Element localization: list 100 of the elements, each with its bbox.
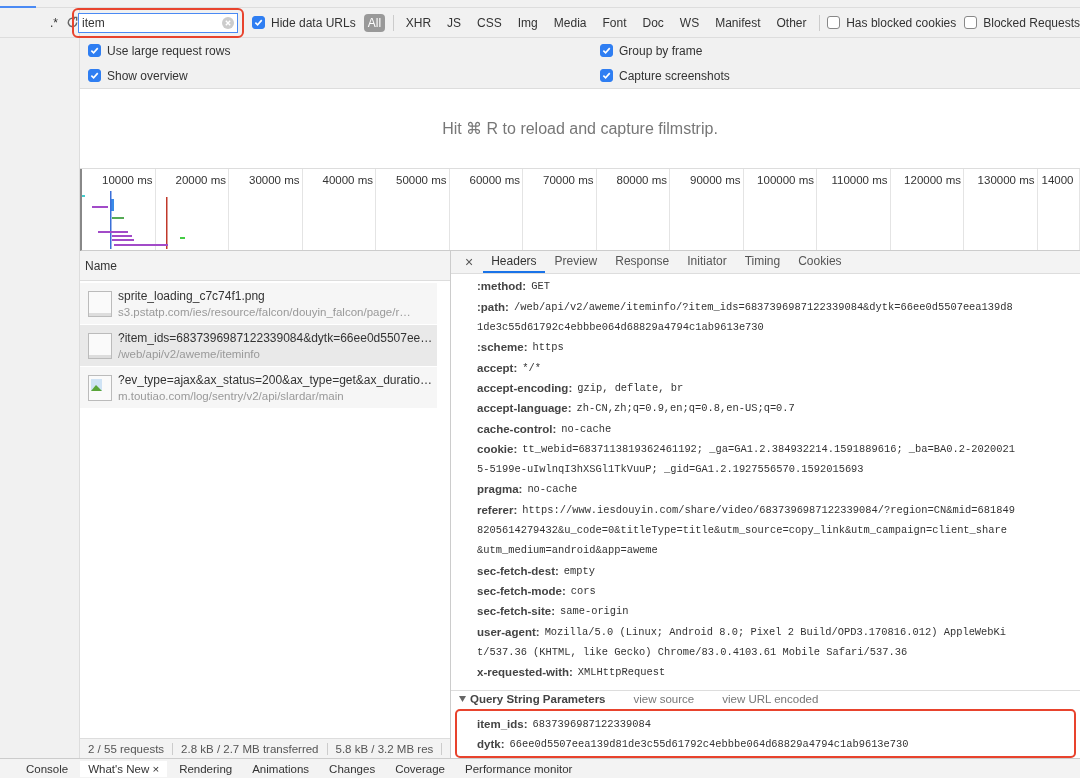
file-icon [88, 290, 112, 317]
detail-tab[interactable]: Preview [546, 251, 606, 274]
regex-toggle[interactable]: .* [50, 15, 58, 30]
checkbox[interactable] [252, 16, 265, 29]
request-row[interactable]: ?ev_type=ajax&ax_status=200&ax_type=get&ax_duratio… m.toutiao.com/log/sentry/v2/api/slardar/main [80, 367, 437, 408]
header-name: sec-fetch-site: [477, 605, 555, 618]
type-filter[interactable]: Font [598, 13, 631, 32]
header-name: cache-control: [477, 422, 557, 435]
status-text: 2.8 kB / 2.7 MB transferred [173, 742, 328, 755]
checkbox-label: Group by frame [619, 43, 703, 58]
view-link[interactable]: view URL encoded [722, 693, 819, 706]
drawer-tab[interactable]: Coverage [387, 760, 453, 777]
header-value: tt_webid=6837113819362461192; _ga=GA1.2.384932214.1591889616; _ba=BA0.2-2020021 [522, 442, 1015, 455]
refresh-icon[interactable] [66, 16, 79, 29]
time-tick: 120000 ms [904, 174, 961, 186]
detail-tab[interactable]: Timing [736, 251, 789, 274]
detail-tab[interactable]: Headers [483, 251, 545, 274]
time-tick: 20000 ms [175, 174, 226, 186]
header-value: 8205614279432&u_code=0&titleType=title&utm_source=copy_link&utm_campaign=client_share [477, 524, 1007, 536]
header-name: referer: [477, 503, 518, 516]
time-tick: 130000 ms [977, 174, 1035, 186]
checkbox[interactable] [88, 69, 101, 82]
checkbox[interactable] [964, 16, 978, 29]
time-tick: 110000 ms [831, 174, 888, 186]
request-name: sprite_loading_c7c74f1.png [118, 289, 266, 303]
checkbox-label: Use large request rows [107, 43, 231, 58]
param-value: 6837396987122339084 [532, 717, 651, 730]
time-tick: 10000 ms [102, 174, 153, 186]
request-name: ?ev_type=ajax&ax_status=200&ax_type=get&ax_duratio… [118, 373, 432, 387]
time-tick: 60000 ms [469, 174, 520, 186]
time-tick: 30000 ms [249, 174, 300, 186]
detail-tab[interactable]: Initiator [679, 251, 735, 274]
checkbox[interactable] [600, 44, 613, 57]
header-value: 1de3c55d61792c4ebbbe064d68829a4794c1ab9613e730 [477, 321, 764, 334]
header-value: GET [531, 280, 550, 293]
type-filter[interactable]: Manifest [711, 13, 765, 32]
status-text: 2 / 55 requests [80, 742, 174, 755]
header-value: t/537.36 (KHTML, like Gecko) Chrome/83.0.4103.61 Mobile Safari/537.36 [477, 645, 908, 658]
header-value: https [532, 341, 564, 354]
header-name: sec-fetch-dest: [477, 564, 559, 577]
drawer-tab[interactable]: Console [18, 760, 77, 777]
checkbox[interactable] [827, 16, 841, 29]
request-name: ?item_ids=6837396987122339084&dytk=66ee0d5507ee… [118, 331, 433, 345]
drawer-tab[interactable]: Performance monitor [457, 760, 581, 777]
close-button[interactable]: × [457, 251, 482, 274]
header-value: https://www.iesdouyin.com/share/video/6837396987122339084/?region=CN&mid=681849 [522, 503, 1015, 516]
type-filter[interactable]: Doc [638, 13, 668, 32]
header-name: accept-encoding: [477, 381, 573, 394]
header-name: sec-fetch-mode: [477, 584, 566, 597]
header-value: */* [522, 361, 541, 374]
header-value: /web/api/v2/aweme/iteminfo/?item_ids=6837396987122339084&dytk=66ee0d5507eea139d8 [513, 300, 1013, 313]
request-path: s3.pstatp.com/ies/resource/falcon/douyin_falcon/page/r… [118, 306, 411, 318]
view-link[interactable]: view source [633, 693, 695, 706]
header-value: zh-CN,zh;q=0.9,en;q=0.8,en-US;q=0.7 [576, 402, 795, 415]
header-name: accept-language: [477, 402, 572, 415]
header-name: cookie: [477, 442, 518, 455]
type-filter[interactable]: Img [513, 13, 542, 32]
header-value: same-origin [559, 605, 629, 618]
filmstrip-hint: Hit ⌘ R to reload and capture filmstrip. [442, 119, 718, 138]
header-name: :method: [477, 280, 527, 293]
column-header[interactable]: Name [85, 258, 117, 273]
header-value: XMLHttpRequest [577, 666, 666, 679]
caret-icon [459, 696, 466, 703]
detail-tab[interactable]: Cookies [790, 251, 850, 274]
param-value: 66ee0d5507eea139d81de3c55d61792c4ebbbe064d68829a4794c1ab9613e730 [509, 737, 909, 750]
detail-tab[interactable]: Response [607, 251, 678, 274]
drawer-tab[interactable]: What's New × [80, 760, 168, 777]
header-value: cors [570, 584, 596, 597]
checkbox[interactable] [600, 69, 613, 82]
request-row[interactable]: sprite_loading_c7c74f1.png s3.pstatp.com/ies/resource/falcon/douyin_falcon/page/r… [80, 283, 437, 324]
type-filter[interactable]: CSS [473, 13, 506, 32]
checkbox-label: Blocked Requests [983, 15, 1080, 30]
checkbox-label: Hide data URLs [271, 15, 356, 30]
header-value: &utm_medium=android&app=aweme [477, 544, 658, 557]
time-tick: 90000 ms [690, 174, 741, 186]
param-name: item_ids: [477, 717, 528, 730]
header-name: x-requested-with: [477, 666, 573, 679]
param-name: dytk: [477, 737, 505, 750]
drawer-tab[interactable]: Rendering [171, 760, 241, 777]
header-name: :path: [477, 300, 509, 313]
checkbox-label: Has blocked cookies [846, 15, 957, 30]
type-filter[interactable]: Media [549, 13, 591, 32]
type-filter[interactable]: WS [675, 13, 704, 32]
time-tick: 80000 ms [616, 174, 667, 186]
drawer-tab[interactable]: Animations [244, 760, 318, 777]
status-text: 5.8 kB / 3.2 MB res [327, 742, 443, 755]
type-filter[interactable]: Other [772, 13, 811, 32]
request-path: m.toutiao.com/log/sentry/v2/api/slardar/main [118, 390, 345, 402]
header-name: :scheme: [477, 341, 528, 354]
file-icon [88, 332, 112, 359]
section-title[interactable]: Query String Parameters [459, 693, 606, 706]
type-filter[interactable]: JS [443, 13, 466, 32]
header-value: no-cache [561, 422, 612, 435]
filter-field[interactable]: item [78, 12, 238, 33]
time-tick: 40000 ms [322, 174, 373, 186]
request-row[interactable]: ?item_ids=6837396987122339084&dytk=66ee0d5507ee… /web/api/v2/aweme/iteminfo [80, 325, 437, 366]
checkbox[interactable] [88, 44, 101, 57]
type-filter[interactable]: XHR [401, 13, 436, 32]
drawer-tab[interactable]: Changes [321, 760, 384, 777]
header-name: accept: [477, 361, 518, 374]
